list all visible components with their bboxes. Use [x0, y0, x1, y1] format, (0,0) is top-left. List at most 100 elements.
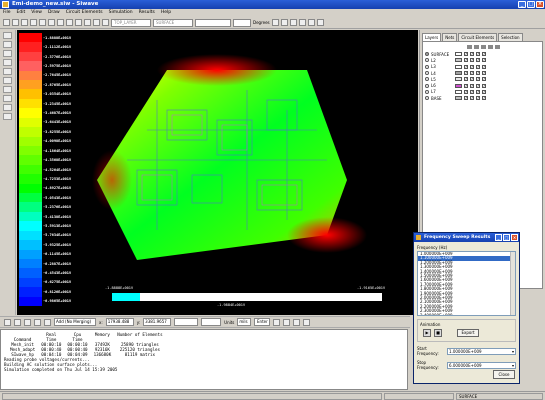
tab-layers[interactable]: Layers	[422, 33, 442, 41]
angle-input[interactable]	[233, 18, 251, 27]
copy-icon[interactable]	[48, 19, 55, 26]
paste-icon[interactable]	[57, 19, 64, 26]
layer-color-swatch[interactable]	[455, 58, 462, 63]
layer-check-4[interactable]: ✓	[482, 71, 486, 76]
new-file-icon[interactable]	[3, 19, 10, 26]
layers-icon[interactable]	[102, 19, 109, 26]
layer-radio[interactable]	[425, 96, 429, 101]
menu-simulation[interactable]: Simulation	[109, 9, 133, 17]
layer-radio[interactable]	[425, 71, 429, 76]
layer-check-3[interactable]: ✓	[476, 83, 480, 88]
layer-check-3[interactable]: ✓	[476, 52, 480, 57]
layer-color-swatch[interactable]	[455, 64, 462, 69]
layer-radio[interactable]	[425, 58, 429, 63]
rotate-icon[interactable]	[271, 19, 279, 26]
layer-radio[interactable]	[425, 64, 429, 69]
dialog-maximize-button[interactable]: □	[503, 234, 510, 241]
y-coordinate-input[interactable]: 3381.9657	[143, 318, 172, 326]
component-select[interactable]	[195, 18, 231, 27]
measure-icon[interactable]	[3, 59, 12, 66]
export-button[interactable]: Export	[457, 329, 479, 337]
maximize-button[interactable]: □	[527, 1, 535, 8]
layer-check-4[interactable]: ✓	[482, 58, 486, 63]
layer-visible-checkbox[interactable]: ✓	[464, 89, 468, 94]
list-scrollbar[interactable]	[510, 252, 515, 315]
layer-select[interactable]: TOP_LAYER	[111, 18, 151, 27]
menu-results[interactable]: Results	[139, 9, 155, 17]
play-icon[interactable]	[4, 318, 11, 326]
layer-check-4[interactable]: ✓	[482, 83, 486, 88]
z-coordinate-input[interactable]	[174, 318, 199, 326]
voltage-icon[interactable]	[3, 104, 12, 111]
layer-check-3[interactable]: ✓	[476, 58, 480, 63]
layer-check-4[interactable]: ✓	[482, 77, 486, 82]
3d-viewport[interactable]: -1.8888E+001V -2.1112E+001V -2.3776E+001V -…	[17, 30, 418, 315]
frequency-list[interactable]: 1.000000E+009 1.100000E+009 1.200000E+009 1…	[417, 251, 516, 316]
menu-draw[interactable]: Draw	[48, 9, 60, 17]
tab-circuit-elements[interactable]: Circuit Elements	[458, 33, 498, 41]
layer-radio[interactable]	[425, 83, 429, 88]
menu-file[interactable]: File	[3, 9, 11, 17]
print-icon[interactable]	[30, 19, 37, 26]
layer-check-2[interactable]: ✓	[470, 83, 474, 88]
connect-icon[interactable]	[273, 318, 281, 326]
step-icon[interactable]	[34, 318, 41, 326]
stop-frequency-select[interactable]: 6.000000E+009	[447, 361, 516, 369]
layer-check-3[interactable]: ✓	[476, 64, 480, 69]
open-file-icon[interactable]	[12, 19, 19, 26]
enter-button[interactable]: Enter	[254, 318, 271, 326]
layer-check-2[interactable]: ✓	[470, 89, 474, 94]
tab-nets[interactable]: Nets	[442, 33, 458, 41]
layer-visible-checkbox[interactable]: ✓	[464, 52, 468, 57]
zoom-tool-icon[interactable]	[3, 50, 12, 57]
layer-visible-checkbox[interactable]: ✓	[464, 71, 468, 76]
zoom-in-icon[interactable]	[298, 19, 306, 26]
dz-input[interactable]	[201, 318, 222, 326]
grid-icon[interactable]	[84, 19, 91, 26]
zoom-fit-icon[interactable]	[316, 19, 324, 26]
layer-check-2[interactable]: ✓	[470, 58, 474, 63]
layer-color-swatch[interactable]	[455, 77, 462, 82]
dialog-minimize-button[interactable]: _	[495, 234, 502, 241]
stop-icon[interactable]	[24, 318, 31, 326]
layer-color-swatch[interactable]	[455, 52, 462, 57]
layer-check-3[interactable]: ✓	[476, 71, 480, 76]
start-frequency-select[interactable]: 1.000000E+009	[447, 347, 516, 355]
color-icon[interactable]	[3, 77, 12, 84]
zoom-icon[interactable]	[289, 19, 297, 26]
layer-check-4[interactable]: ✓	[482, 64, 486, 69]
layer-color-swatch[interactable]	[455, 83, 462, 88]
arc-icon[interactable]	[303, 318, 311, 326]
redo-icon[interactable]	[75, 19, 82, 26]
layer-color-swatch[interactable]	[455, 96, 462, 101]
dialog-close-icon[interactable]: ×	[511, 234, 518, 241]
layer-check-2[interactable]: ✓	[470, 77, 474, 82]
layer-visible-checkbox[interactable]: ✓	[464, 77, 468, 82]
cut-icon[interactable]	[39, 19, 46, 26]
layer-color-swatch[interactable]	[455, 89, 462, 94]
undo-icon[interactable]	[66, 19, 73, 26]
animate-play-button[interactable]: ▶	[423, 329, 431, 337]
layer-check-2[interactable]: ✓	[470, 96, 474, 101]
layer-check-3[interactable]: ✓	[476, 96, 480, 101]
layer-check-4[interactable]: ✓	[482, 89, 486, 94]
menu-circuit-elements[interactable]: Circuit Elements	[66, 9, 103, 17]
layer-check-4[interactable]: ✓	[482, 96, 486, 101]
layer-radio[interactable]	[425, 52, 429, 57]
port-icon[interactable]	[3, 86, 12, 93]
probe-mode-select[interactable]: Add (No Merging)	[54, 318, 96, 326]
layer-color-swatch[interactable]	[455, 71, 462, 76]
pan-tool-icon[interactable]	[3, 41, 12, 48]
crosshair-icon[interactable]	[44, 318, 51, 326]
close-button[interactable]: ×	[536, 1, 544, 8]
pan-icon[interactable]	[280, 19, 288, 26]
layer-check-4[interactable]: ✓	[482, 52, 486, 57]
list-item[interactable]: 2.400000E+009	[418, 313, 515, 315]
units-select[interactable]: mils	[237, 318, 252, 326]
layer-radio[interactable]	[425, 77, 429, 82]
save-icon[interactable]	[21, 19, 28, 26]
animate-stop-button[interactable]: ■	[434, 329, 442, 337]
layer-check-3[interactable]: ✓	[476, 77, 480, 82]
line-icon[interactable]	[293, 318, 301, 326]
dialog-close-button[interactable]: Close	[493, 370, 515, 379]
